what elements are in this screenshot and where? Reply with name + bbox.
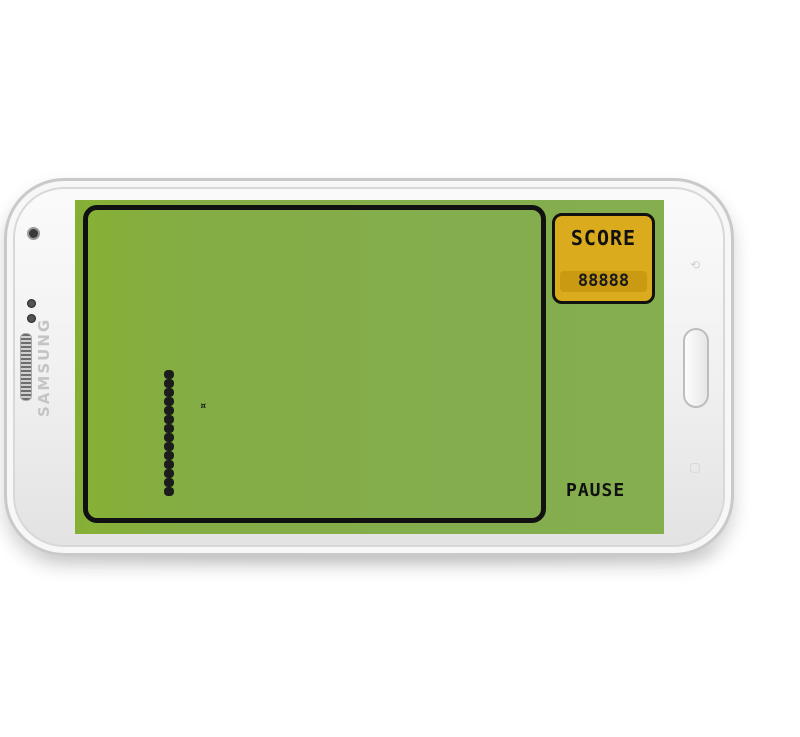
score-value: 88888 [560,271,647,292]
snake-segment [164,397,174,406]
front-camera [29,229,38,238]
score-label: SCORE [570,226,637,250]
brand-logo: SAMSUNG [35,317,53,417]
proximity-sensor [27,299,36,308]
home-button[interactable] [683,328,709,408]
snake-segment [164,460,174,469]
food-pellet: ¤ [199,399,207,412]
snake-segment [164,388,174,397]
snake-segment [164,415,174,424]
pause-button[interactable]: PAUSE [566,480,656,502]
snake-segment [164,451,174,460]
snake-segment [164,442,174,451]
snake-head [164,370,174,379]
snake-segment [164,406,174,415]
snake-segment [164,469,174,478]
snake-segment [164,478,174,487]
recent-apps-key-icon[interactable]: ▢ [687,461,703,473]
snake-segment [164,433,174,442]
game-board [83,205,546,523]
earpiece-speaker [20,333,32,401]
snake-segment [164,379,174,388]
back-key-icon[interactable]: ⟲ [687,259,703,271]
snake-segment [164,424,174,433]
snake-segment [164,487,174,496]
score-panel: SCORE 88888 [552,213,655,304]
